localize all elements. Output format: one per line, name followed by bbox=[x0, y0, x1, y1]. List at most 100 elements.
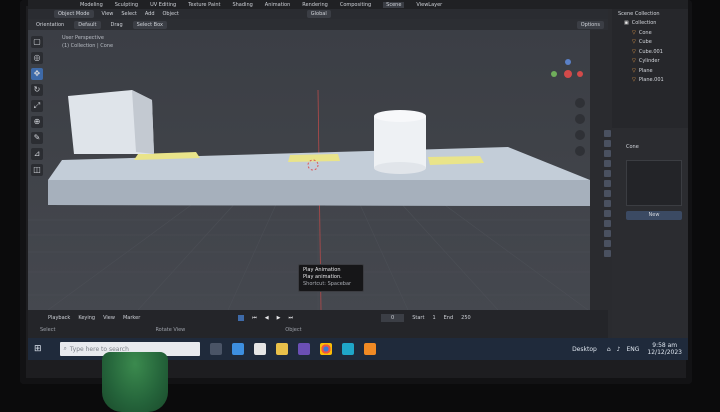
scene-selector[interactable]: Scene bbox=[383, 1, 405, 8]
orientation-dropdown[interactable]: Global bbox=[306, 10, 331, 18]
select-box-tool-icon[interactable]: ▢ bbox=[31, 36, 43, 48]
output-tab-icon[interactable] bbox=[604, 150, 611, 157]
blender-icon[interactable] bbox=[363, 343, 376, 355]
current-frame-field[interactable]: 0 bbox=[381, 314, 405, 322]
outliner-item-label: Collection bbox=[631, 20, 657, 27]
mail-icon[interactable] bbox=[231, 343, 244, 355]
tool-tab-icon[interactable] bbox=[604, 130, 611, 137]
outliner-scene-collection[interactable]: Scene Collection bbox=[612, 9, 688, 19]
material-slot-list[interactable] bbox=[626, 160, 682, 206]
view-layer-selector[interactable]: ViewLayer bbox=[416, 2, 442, 8]
annotate-tool-icon[interactable]: ✎ bbox=[31, 132, 43, 144]
tab-animation[interactable]: Animation bbox=[265, 2, 291, 8]
grid bbox=[28, 199, 590, 310]
add-cube-tool-icon[interactable]: ◫ bbox=[31, 164, 43, 176]
active-collection-label: (1) Collection | Cone bbox=[62, 43, 114, 49]
view-menu[interactable]: View bbox=[103, 315, 115, 321]
object-tab-icon[interactable] bbox=[604, 190, 611, 197]
outliner-item[interactable]: ▽ Cube.001 bbox=[612, 47, 688, 57]
modifier-tab-icon[interactable] bbox=[604, 200, 611, 207]
status-select: Select bbox=[40, 327, 56, 333]
tab-texture-paint[interactable]: Texture Paint bbox=[188, 2, 220, 8]
data-tab-icon[interactable] bbox=[604, 240, 611, 247]
store-icon[interactable] bbox=[253, 343, 266, 355]
tab-sculpting[interactable]: Sculpting bbox=[115, 2, 138, 8]
marker-menu[interactable]: Marker bbox=[123, 315, 140, 321]
physics-tab-icon[interactable] bbox=[604, 220, 611, 227]
gizmo-y-icon[interactable] bbox=[551, 71, 557, 77]
rotate-tool-icon[interactable]: ↻ bbox=[31, 84, 43, 96]
tab-compositing[interactable]: Compositing bbox=[340, 2, 371, 8]
timeline-panel: Playback Keying View Marker ⏮ ◀ ▶ ⏭ 0 St… bbox=[28, 310, 608, 338]
perspective-toggle-icon[interactable] bbox=[575, 146, 585, 156]
camera-icon[interactable] bbox=[575, 130, 585, 140]
options-dropdown[interactable]: Options bbox=[576, 20, 604, 29]
language-indicator[interactable]: ENG bbox=[626, 346, 639, 353]
play-reverse-icon[interactable]: ◀ bbox=[265, 315, 269, 321]
tab-rendering[interactable]: Rendering bbox=[302, 2, 328, 8]
outliner-item[interactable]: ▽ Plane bbox=[612, 66, 688, 76]
outliner-item-label: Cube bbox=[638, 39, 652, 46]
volume-icon[interactable]: ♪ bbox=[617, 346, 621, 353]
jump-start-icon[interactable]: ⏮ bbox=[252, 315, 257, 321]
tab-modeling[interactable]: Modeling bbox=[80, 2, 103, 8]
add-menu[interactable]: Add bbox=[145, 11, 155, 17]
playback-menu[interactable]: Playback bbox=[48, 315, 70, 321]
outliner-item[interactable]: ▣ Collection bbox=[612, 19, 688, 29]
new-material-button[interactable]: New bbox=[626, 211, 682, 220]
plane-001-object[interactable] bbox=[288, 154, 340, 162]
start-frame-field[interactable]: 1 bbox=[432, 315, 435, 321]
object-menu[interactable]: Object bbox=[163, 11, 179, 17]
scale-tool-icon[interactable]: ⤢ bbox=[31, 100, 43, 112]
outliner-item-label: Cylinder bbox=[638, 58, 660, 65]
tooltip-title: Play Animation bbox=[303, 267, 341, 273]
cylinder-object[interactable] bbox=[374, 116, 426, 168]
outliner-item[interactable]: ▽ Cube bbox=[612, 38, 688, 48]
task-view-icon[interactable] bbox=[209, 343, 222, 355]
clock[interactable]: 9:58 am 12/12/2023 bbox=[647, 342, 682, 356]
end-frame-field[interactable]: 250 bbox=[461, 315, 471, 321]
windows-start-icon[interactable]: ⊞ bbox=[34, 344, 42, 354]
tab-uv-editing[interactable]: UV Editing bbox=[150, 2, 176, 8]
measure-tool-icon[interactable]: ⊿ bbox=[31, 148, 43, 160]
gizmo-x-icon[interactable] bbox=[564, 70, 572, 78]
jump-end-icon[interactable]: ⏭ bbox=[289, 315, 294, 321]
scene-tab-icon[interactable] bbox=[604, 170, 611, 177]
search-icon: ⌕ bbox=[63, 345, 67, 352]
file-explorer-icon[interactable] bbox=[275, 343, 288, 355]
mode-dropdown[interactable]: Object Mode bbox=[54, 10, 94, 18]
render-tab-icon[interactable] bbox=[604, 140, 611, 147]
teams-icon[interactable] bbox=[297, 343, 310, 355]
auto-key-icon[interactable] bbox=[238, 315, 245, 321]
tab-shading[interactable]: Shading bbox=[232, 2, 252, 8]
cursor-tool-icon[interactable]: ◎ bbox=[31, 52, 43, 64]
green-cup bbox=[102, 352, 168, 412]
orientation-default[interactable]: Default bbox=[74, 20, 101, 29]
view-layer-tab-icon[interactable] bbox=[604, 160, 611, 167]
particles-tab-icon[interactable] bbox=[604, 210, 611, 217]
network-icon[interactable]: ⌂ bbox=[607, 346, 611, 353]
gizmo-z-icon[interactable] bbox=[565, 59, 571, 65]
outliner-item-label: Cone bbox=[638, 29, 652, 36]
outliner-item[interactable]: ▽ Cylinder bbox=[612, 57, 688, 67]
desktop-toolbar[interactable]: Desktop bbox=[572, 346, 597, 353]
chrome-icon[interactable] bbox=[319, 343, 332, 355]
play-icon[interactable]: ▶ bbox=[277, 315, 281, 321]
material-tab-icon[interactable] bbox=[604, 250, 611, 257]
keying-menu[interactable]: Keying bbox=[78, 315, 95, 321]
select-menu[interactable]: Select bbox=[121, 11, 136, 17]
viewport-header: Object Mode View Select Add Object Globa… bbox=[28, 9, 608, 19]
transform-tool-icon[interactable]: ⊕ bbox=[31, 116, 43, 128]
select-box-dropdown[interactable]: Select Box bbox=[132, 20, 167, 29]
zoom-icon[interactable] bbox=[575, 98, 585, 108]
view-menu[interactable]: View bbox=[102, 11, 114, 17]
outliner-panel: Scene Collection ▣ Collection ▽ Cone ▽ Cube… bbox=[612, 9, 688, 129]
constraints-tab-icon[interactable] bbox=[604, 230, 611, 237]
edge-icon[interactable] bbox=[341, 343, 354, 355]
outliner-item[interactable]: ▽ Cone bbox=[612, 28, 688, 38]
move-tool-icon[interactable]: ✥ bbox=[31, 68, 43, 80]
pan-icon[interactable] bbox=[575, 114, 585, 124]
outliner-item[interactable]: ▽ Plane.001 bbox=[612, 76, 688, 86]
gizmo-neg-x-icon[interactable] bbox=[577, 71, 583, 77]
world-tab-icon[interactable] bbox=[604, 180, 611, 187]
